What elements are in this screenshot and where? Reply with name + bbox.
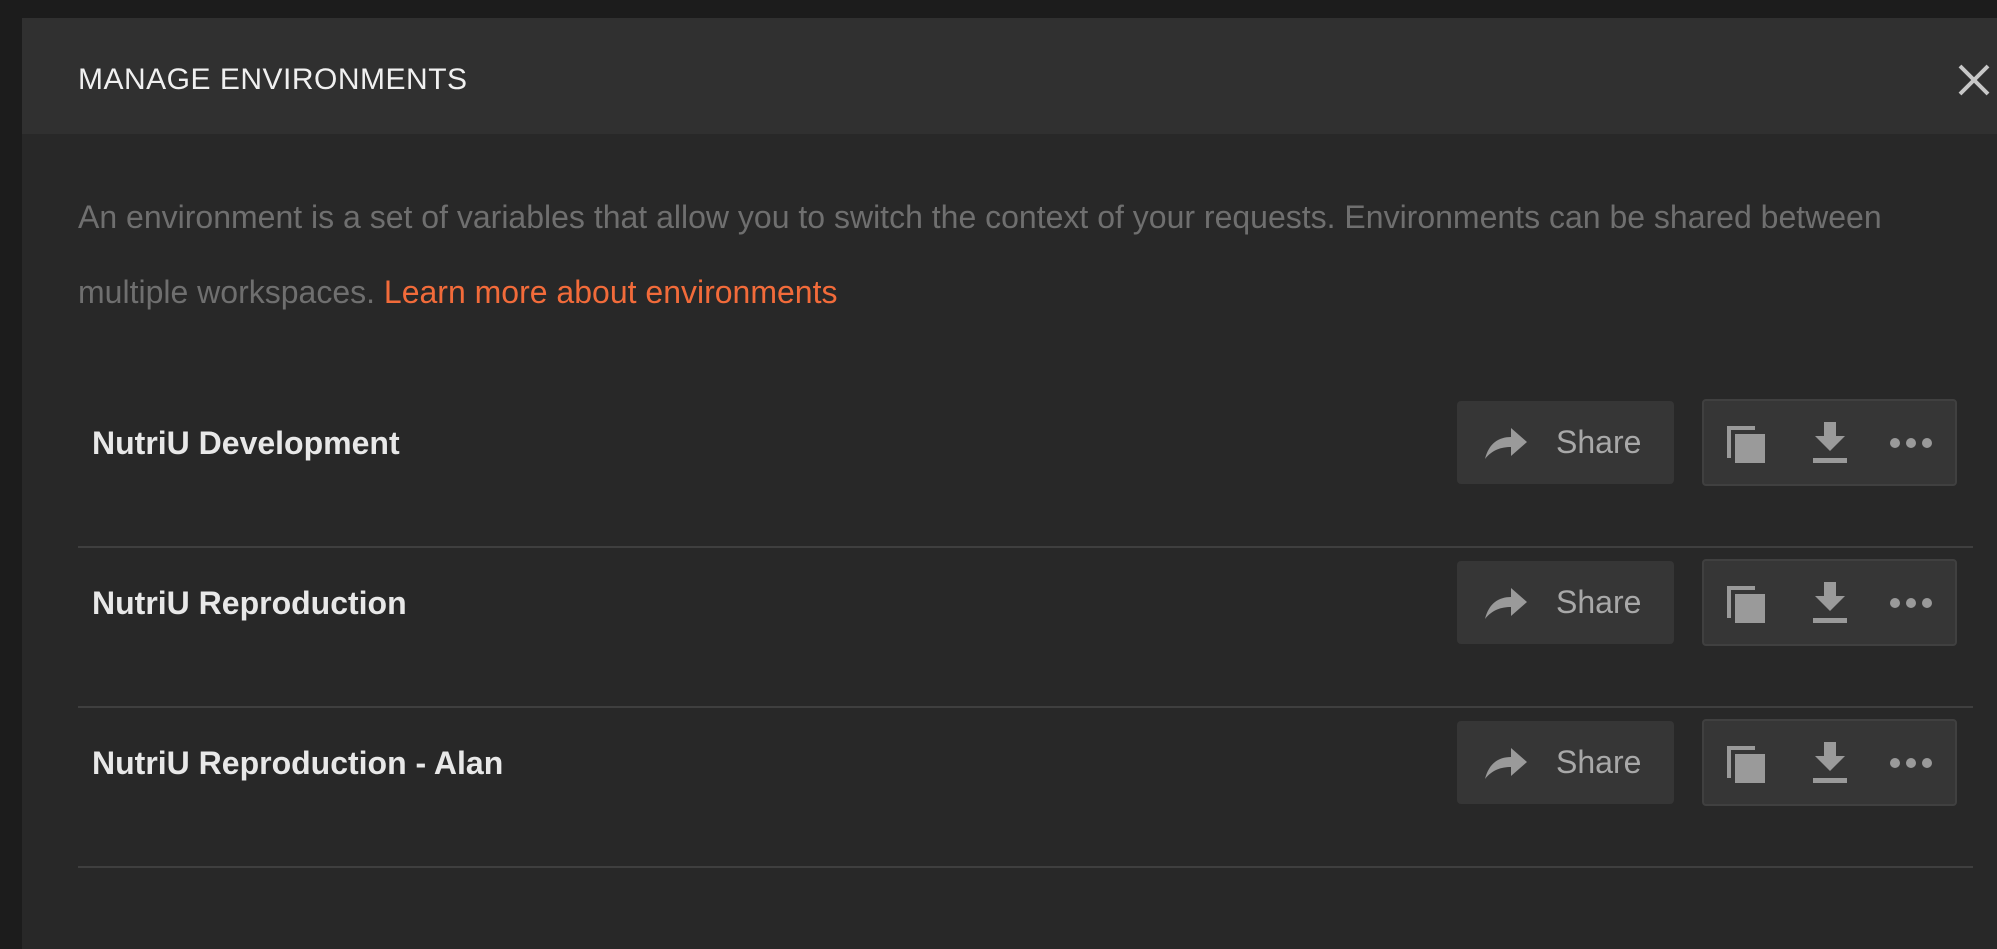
close-icon	[1958, 64, 1990, 96]
duplicate-icon[interactable]	[1724, 420, 1770, 466]
share-arrow-icon	[1485, 428, 1527, 459]
duplicate-icon[interactable]	[1724, 580, 1770, 626]
share-arrow-icon	[1485, 588, 1527, 619]
modal-header: MANAGE ENVIRONMENTS	[22, 18, 1997, 134]
environment-name[interactable]: NutriU Reproduction - Alan	[92, 708, 503, 818]
environment-row: NutriU Reproduction - Alan Share	[78, 708, 1973, 868]
environment-row: NutriU Reproduction Share	[78, 548, 1973, 708]
more-options-icon[interactable]	[1888, 580, 1934, 626]
share-label: Share	[1556, 424, 1642, 460]
environment-actions	[1702, 559, 1957, 646]
manage-environments-modal: MANAGE ENVIRONMENTS An environment is a …	[22, 18, 1997, 949]
environment-actions	[1702, 399, 1957, 486]
environments-description: An environment is a set of variables tha…	[78, 180, 1968, 330]
share-arrow-icon	[1485, 748, 1527, 779]
share-label: Share	[1556, 744, 1642, 780]
environment-row: NutriU Development Share	[78, 388, 1973, 548]
environment-name[interactable]: NutriU Development	[92, 388, 400, 498]
duplicate-icon[interactable]	[1724, 740, 1770, 786]
download-icon[interactable]	[1807, 580, 1853, 626]
share-button[interactable]: Share	[1457, 721, 1674, 804]
share-button[interactable]: Share	[1457, 561, 1674, 644]
close-button[interactable]	[1952, 58, 1996, 102]
share-button[interactable]: Share	[1457, 401, 1674, 484]
description-text: An environment is a set of variables tha…	[78, 199, 1882, 310]
more-options-icon[interactable]	[1888, 740, 1934, 786]
download-icon[interactable]	[1807, 420, 1853, 466]
share-label: Share	[1556, 584, 1642, 620]
more-options-icon[interactable]	[1888, 420, 1934, 466]
modal-title: MANAGE ENVIRONMENTS	[78, 63, 468, 96]
environment-name[interactable]: NutriU Reproduction	[92, 548, 407, 658]
learn-more-link[interactable]: Learn more about environments	[384, 274, 838, 310]
download-icon[interactable]	[1807, 740, 1853, 786]
environment-actions	[1702, 719, 1957, 806]
